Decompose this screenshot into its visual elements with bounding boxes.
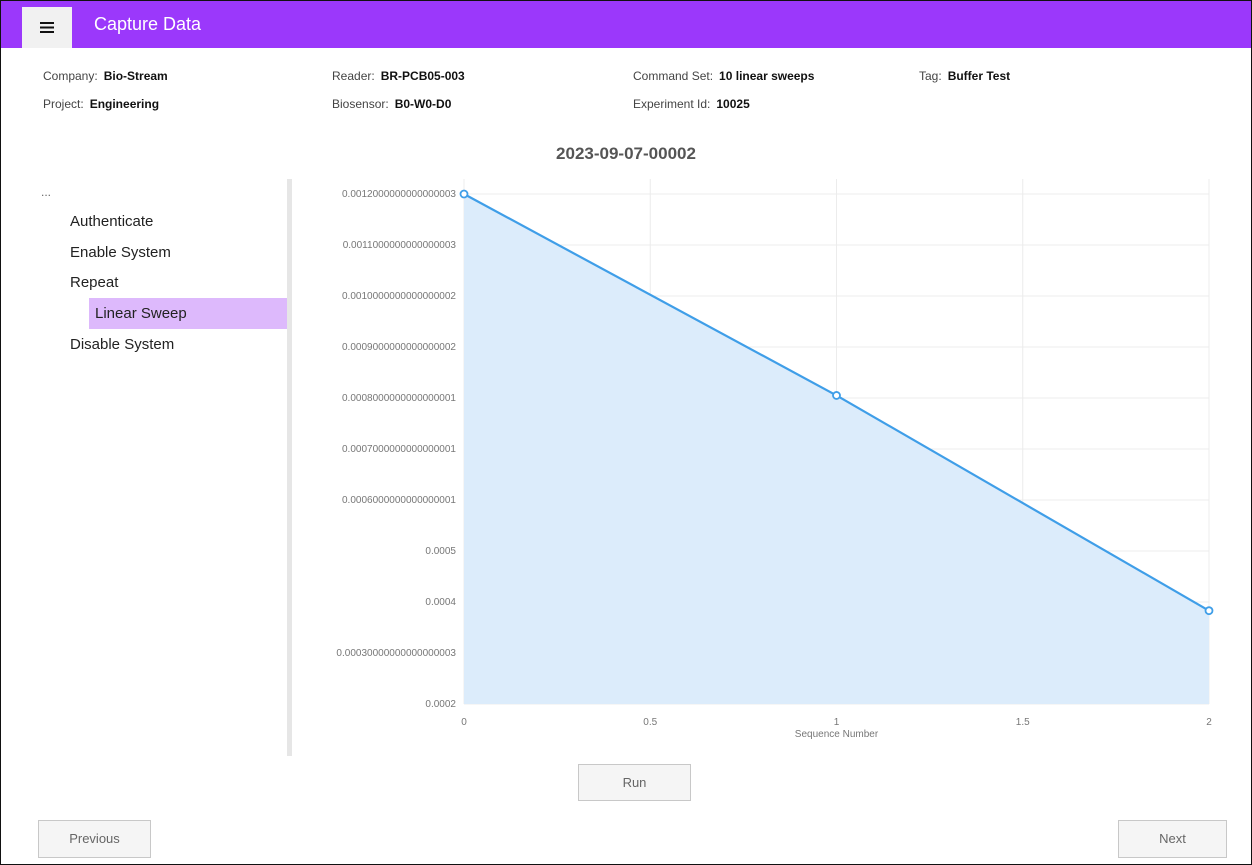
y-tick-label: 0.0007000000000000001 (342, 444, 456, 455)
page-title: Capture Data (94, 14, 202, 34)
project-value: Engineering (89, 97, 160, 111)
data-point (1204, 606, 1214, 616)
x-tick-label: 0 (461, 717, 467, 728)
tag-value: Buffer Test (947, 69, 1011, 83)
previous-button[interactable]: Previous (38, 820, 151, 858)
command-set-info: Command Set: 10 linear sweeps (633, 69, 814, 83)
company-label: Company: (43, 69, 98, 83)
y-tick-label: 0.0011000000000000003 (343, 240, 457, 251)
y-tick-label: 0.0008000000000000001 (342, 393, 456, 404)
y-tick-label: 0.0005 (425, 546, 456, 557)
y-tick-label: 0.0006000000000000001 (342, 495, 456, 506)
y-tick-label: 0.0012000000000000003 (342, 189, 456, 200)
biosensor-value: B0-W0-D0 (394, 97, 452, 111)
next-button[interactable]: Next (1118, 820, 1227, 858)
project-info: Project: Engineering (43, 97, 159, 111)
y-tick-label: 0.0002 (425, 699, 456, 710)
run-id-heading: 2023-09-07-00002 (556, 144, 696, 163)
y-axis-ticks: 0.0002 0.00030000000000000003 0.0004 0.0005… (336, 189, 456, 710)
tag-info: Tag: Buffer Test (919, 69, 1010, 83)
company-value: Bio-Stream (103, 69, 168, 83)
hamburger-menu-icon (40, 22, 54, 33)
tag-label: Tag: (919, 69, 942, 83)
step-authenticate[interactable]: Authenticate (70, 206, 153, 237)
company-info: Company: Bio-Stream (43, 69, 168, 83)
reader-info: Reader: BR-PCB05-003 (332, 69, 465, 83)
panel-divider (287, 179, 292, 756)
data-point (832, 391, 841, 400)
x-tick-label: 2 (1206, 717, 1212, 728)
step-disable-system[interactable]: Disable System (70, 329, 174, 360)
step-repeat[interactable]: Repeat (70, 267, 118, 298)
sweep-chart: 0.0002 0.00030000000000000003 0.0004 0.0005… (336, 179, 1214, 740)
step-enable-system[interactable]: Enable System (70, 237, 171, 268)
app-window: Capture Data Company: Bio-Stream Reader: B… (0, 0, 1252, 865)
run-button[interactable]: Run (578, 764, 691, 801)
command-set-label: Command Set: (633, 69, 714, 83)
x-axis-ticks: 0 0.5 1 1.5 2 (461, 717, 1212, 728)
y-tick-label: 0.00030000000000000003 (336, 648, 456, 659)
y-tick-label: 0.0009000000000000002 (342, 342, 456, 353)
step-linear-sweep[interactable]: Linear Sweep (89, 298, 287, 329)
experiment-id-label: Experiment Id: (633, 97, 711, 111)
biosensor-info: Biosensor: B0-W0-D0 (332, 97, 451, 111)
header-bar: Capture Data (1, 1, 1251, 48)
menu-button[interactable] (22, 7, 72, 48)
reader-label: Reader: (332, 69, 375, 83)
x-tick-label: 0.5 (643, 717, 657, 728)
biosensor-label: Biosensor: (332, 97, 389, 111)
reader-value: BR-PCB05-003 (380, 69, 465, 83)
steps-ellipsis: ... (41, 185, 52, 199)
x-tick-label: 1.5 (1016, 717, 1030, 728)
x-axis-title: Sequence Number (795, 729, 879, 740)
experiment-id-value: 10025 (716, 97, 750, 111)
command-set-value: 10 linear sweeps (719, 69, 815, 83)
x-tick-label: 1 (834, 717, 840, 728)
y-tick-label: 0.0010000000000000002 (342, 291, 456, 302)
project-label: Project: (43, 97, 84, 111)
experiment-id-info: Experiment Id: 10025 (633, 97, 750, 111)
data-point (459, 189, 469, 199)
y-tick-label: 0.0004 (425, 597, 456, 608)
